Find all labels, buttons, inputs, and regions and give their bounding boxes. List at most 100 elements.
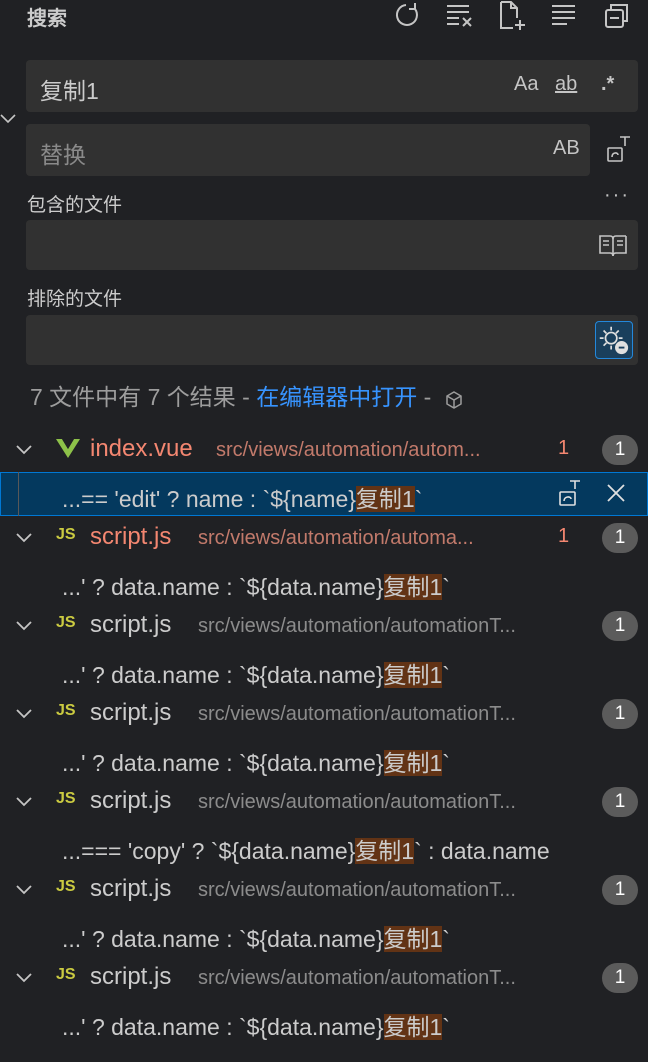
open-editors-only-icon[interactable] — [598, 232, 628, 258]
match-row[interactable]: ...=== 'copy' ? `${data.name}复制1` : data… — [0, 824, 648, 868]
ai-search-icon[interactable] — [444, 389, 464, 409]
match-highlight: 复制1 — [355, 838, 415, 864]
search-input[interactable]: 复制1 Aa ab .* — [26, 60, 638, 112]
exclude-files-label: 排除的文件 — [27, 289, 123, 310]
match-text: ...' ? data.name : `${data.name}复制1` — [62, 744, 450, 778]
match-after: ` — [414, 486, 423, 512]
more-options-icon[interactable]: ··· — [604, 184, 630, 207]
match-text: ...' ? data.name : `${data.name}复制1` — [62, 920, 450, 954]
use-exclude-settings-toggle[interactable] — [595, 321, 633, 359]
replace-match-icon[interactable] — [556, 479, 584, 507]
results-summary-text: 7 文件中有 7 个结果 - — [30, 384, 257, 410]
file-path: src/views/automation/automa... — [198, 527, 474, 549]
match-count-badge: 1 — [602, 611, 638, 641]
problem-count: 1 — [558, 437, 570, 459]
file-result-row[interactable]: JS script.js src/views/automation/automa… — [0, 868, 648, 912]
use-regex-toggle[interactable]: .* — [601, 73, 614, 96]
match-after: ` : data.name — [414, 838, 550, 864]
match-highlight: 复制1 — [383, 1014, 443, 1040]
chevron-down-icon[interactable] — [13, 790, 35, 812]
js-file-icon: JS — [56, 878, 76, 895]
file-name: script.js — [90, 875, 172, 902]
file-name: index.vue — [90, 435, 193, 462]
match-after: ` — [442, 926, 450, 952]
file-path: src/views/automation/automationT... — [198, 791, 516, 813]
expand-all-icon[interactable] — [601, 0, 631, 30]
match-before: ...' ? data.name : `${data.name} — [62, 1014, 384, 1040]
open-in-editor-link[interactable]: 在编辑器中打开 — [256, 384, 417, 410]
match-highlight: 复制1 — [383, 574, 443, 600]
match-whole-word-toggle[interactable]: ab — [555, 73, 577, 96]
file-result-row[interactable]: index.vue src/views/automation/autom... … — [0, 428, 648, 472]
file-path: src/views/automation/automationT... — [198, 879, 516, 901]
match-before: ...' ? data.name : `${data.name} — [62, 662, 384, 688]
collapse-all-icon[interactable] — [549, 0, 579, 30]
match-row[interactable]: ...' ? data.name : `${data.name}复制1` — [0, 1000, 648, 1044]
match-case-toggle[interactable]: Aa — [514, 73, 538, 96]
match-text: ...' ? data.name : `${data.name}复制1` — [62, 656, 450, 690]
file-path: src/views/automation/autom... — [216, 439, 481, 461]
file-name: script.js — [90, 787, 172, 814]
clear-results-icon[interactable] — [445, 0, 475, 30]
js-file-icon: JS — [56, 702, 76, 719]
match-highlight: 复制1 — [383, 926, 443, 952]
tree-guide — [18, 472, 19, 516]
match-text: ...' ? data.name : `${data.name}复制1` — [62, 568, 450, 602]
js-file-icon: JS — [56, 526, 76, 543]
chevron-down-icon[interactable] — [13, 438, 35, 460]
match-count-badge: 1 — [602, 787, 638, 817]
search-panel-header: 搜索 — [0, 0, 648, 34]
file-result-row[interactable]: JS script.js src/views/automation/automa… — [0, 780, 648, 824]
chevron-down-icon[interactable] — [13, 614, 35, 636]
chevron-down-icon[interactable] — [13, 878, 35, 900]
match-text: ...== 'edit' ? name : `${name}复制1` — [62, 480, 422, 514]
exclude-files-input[interactable] — [26, 315, 638, 365]
file-result-row[interactable]: JS script.js src/views/automation/automa… — [0, 692, 648, 736]
match-before: ...' ? data.name : `${data.name} — [62, 574, 384, 600]
file-result-row[interactable]: JS script.js src/views/automation/automa… — [0, 516, 648, 560]
match-count-badge: 1 — [602, 875, 638, 905]
problem-count: 1 — [558, 525, 570, 547]
chevron-down-icon[interactable] — [13, 526, 35, 548]
match-row[interactable]: ...' ? data.name : `${data.name}复制1` — [0, 648, 648, 692]
match-row[interactable]: ...' ? data.name : `${data.name}复制1` — [0, 736, 648, 780]
match-after: ` — [442, 574, 450, 600]
file-path: src/views/automation/automationT... — [198, 967, 516, 989]
match-count-badge: 1 — [602, 523, 638, 553]
match-before: ...=== 'copy' ? `${data.name} — [62, 838, 356, 864]
chevron-down-icon[interactable] — [13, 702, 35, 724]
file-name: script.js — [90, 963, 172, 990]
js-file-icon: JS — [56, 966, 76, 983]
file-result-row[interactable]: JS script.js src/views/automation/automa… — [0, 604, 648, 648]
match-count-badge: 1 — [602, 699, 638, 729]
js-file-icon: JS — [56, 790, 76, 807]
preserve-case-toggle[interactable]: AB — [553, 137, 580, 160]
new-search-editor-icon[interactable] — [497, 0, 527, 30]
chevron-down-icon[interactable] — [13, 966, 35, 988]
refresh-icon[interactable] — [393, 0, 423, 30]
match-after: ` — [442, 662, 450, 688]
file-result-row[interactable]: JS script.js src/views/automation/automa… — [0, 956, 648, 1000]
file-name: script.js — [90, 523, 172, 550]
match-row[interactable]: ...' ? data.name : `${data.name}复制1` — [0, 560, 648, 604]
match-before: ...' ? data.name : `${data.name} — [62, 926, 384, 952]
match-text: ...' ? data.name : `${data.name}复制1` — [62, 1008, 450, 1042]
toggle-replace-icon[interactable] — [0, 108, 18, 128]
match-row-selected[interactable]: ...== 'edit' ? name : `${name}复制1` — [0, 472, 648, 516]
match-row[interactable]: ...' ? data.name : `${data.name}复制1` — [0, 912, 648, 956]
file-name: script.js — [90, 699, 172, 726]
dismiss-match-icon[interactable] — [602, 479, 630, 507]
js-file-icon: JS — [56, 614, 76, 631]
vue-file-icon — [56, 437, 80, 459]
search-input-value: 复制1 — [40, 78, 99, 104]
match-highlight: 复制1 — [383, 750, 443, 776]
summary-separator: - — [417, 384, 432, 410]
match-after: ` — [442, 1014, 450, 1040]
replace-all-icon[interactable] — [604, 134, 634, 164]
file-path: src/views/automation/automationT... — [198, 703, 516, 725]
match-count-badge: 1 — [602, 435, 638, 465]
results-summary: 7 文件中有 7 个结果 - 在编辑器中打开 - — [30, 378, 464, 412]
replace-input[interactable]: 替换 AB — [26, 124, 590, 176]
gear-exclude-icon — [599, 326, 629, 355]
include-files-input[interactable] — [26, 220, 638, 270]
